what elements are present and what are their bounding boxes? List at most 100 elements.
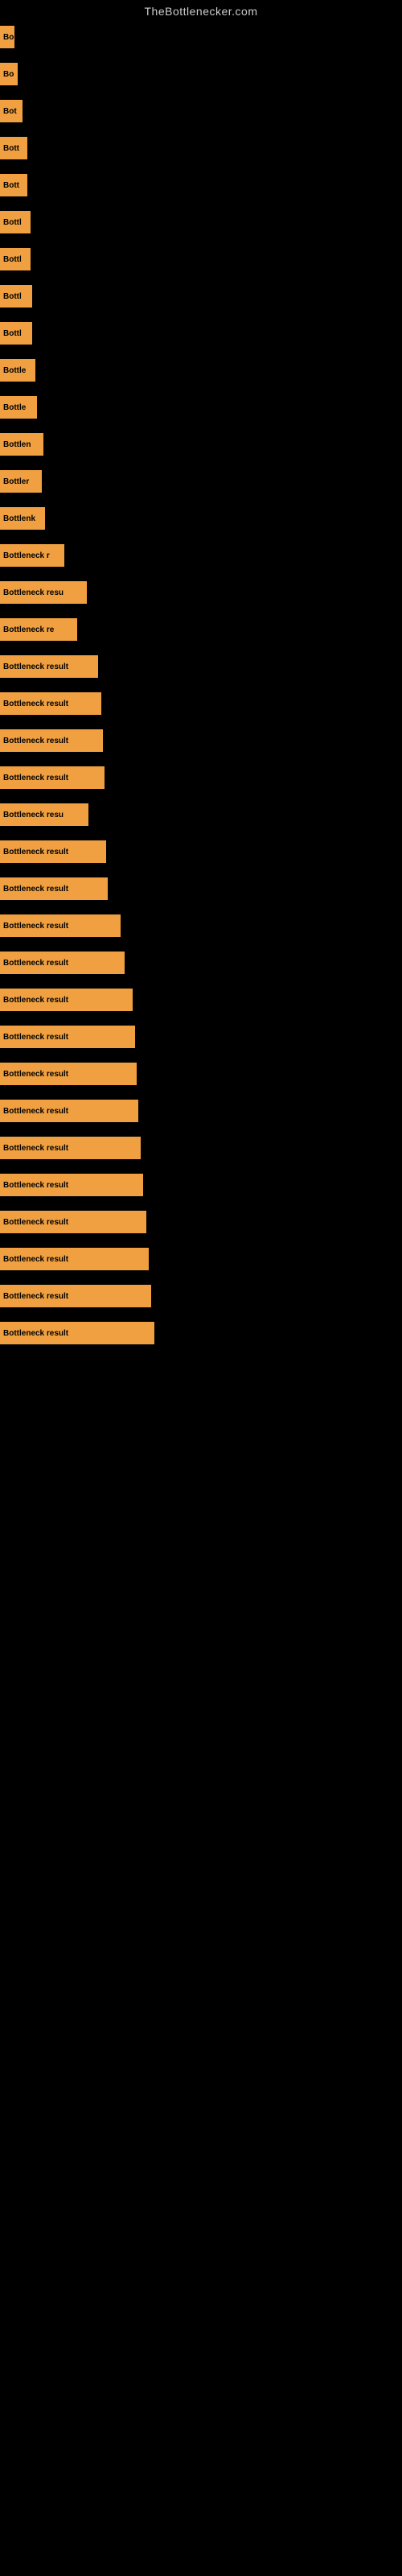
bar-17: Bottleneck re [0,618,77,641]
bar-label-34: Bottleneck result [3,1255,68,1264]
bar-row-1: Bo [0,26,402,48]
bar-row-28: Bottleneck result [0,1026,402,1048]
bar-label-21: Bottleneck result [3,774,68,782]
bar-8: Bottl [0,285,32,308]
site-title: TheBottlenecker.com [0,0,402,26]
bar-label-2: Bo [3,70,14,79]
bar-label-23: Bottleneck result [3,848,68,857]
bar-row-16: Bottleneck resu [0,581,402,604]
bar-label-1: Bo [3,33,14,42]
bar-row-30: Bottleneck result [0,1100,402,1122]
bar-22: Bottleneck resu [0,803,88,826]
bar-row-5: Bott [0,174,402,196]
bar-label-31: Bottleneck result [3,1144,68,1153]
bar-23: Bottleneck result [0,840,106,863]
bar-row-13: Bottler [0,470,402,493]
bar-row-4: Bott [0,137,402,159]
bar-25: Bottleneck result [0,914,121,937]
bar-24: Bottleneck result [0,877,108,900]
bar-label-35: Bottleneck result [3,1292,68,1301]
bar-label-18: Bottleneck result [3,663,68,671]
bar-label-26: Bottleneck result [3,959,68,968]
bar-row-35: Bottleneck result [0,1285,402,1307]
bar-label-6: Bottl [3,218,22,227]
bar-30: Bottleneck result [0,1100,138,1122]
bar-35: Bottleneck result [0,1285,151,1307]
bar-19: Bottleneck result [0,692,101,715]
bar-row-14: Bottlenk [0,507,402,530]
bar-32: Bottleneck result [0,1174,143,1196]
bar-row-21: Bottleneck result [0,766,402,789]
bar-label-7: Bottl [3,255,22,264]
bar-label-8: Bottl [3,292,22,301]
bar-34: Bottleneck result [0,1248,149,1270]
bar-label-25: Bottleneck result [3,922,68,931]
bar-row-33: Bottleneck result [0,1211,402,1233]
bar-row-10: Bottle [0,359,402,382]
bar-29: Bottleneck result [0,1063,137,1085]
bar-row-15: Bottleneck r [0,544,402,567]
bar-11: Bottle [0,396,37,419]
bar-label-33: Bottleneck result [3,1218,68,1227]
bar-16: Bottleneck resu [0,581,87,604]
bar-row-23: Bottleneck result [0,840,402,863]
bar-1: Bo [0,26,14,48]
bar-21: Bottleneck result [0,766,105,789]
bar-28: Bottleneck result [0,1026,135,1048]
bar-36: Bottleneck result [0,1322,154,1344]
bar-label-17: Bottleneck re [3,625,54,634]
bar-6: Bottl [0,211,31,233]
bar-label-10: Bottle [3,366,26,375]
bar-row-34: Bottleneck result [0,1248,402,1270]
bar-label-11: Bottle [3,403,26,412]
bar-row-20: Bottleneck result [0,729,402,752]
bar-7: Bottl [0,248,31,270]
bar-31: Bottleneck result [0,1137,141,1159]
bar-4: Bott [0,137,27,159]
bar-label-13: Bottler [3,477,29,486]
bar-label-12: Bottlen [3,440,31,449]
bar-row-7: Bottl [0,248,402,270]
bar-row-29: Bottleneck result [0,1063,402,1085]
bar-row-11: Bottle [0,396,402,419]
bar-row-12: Bottlen [0,433,402,456]
bar-row-19: Bottleneck result [0,692,402,715]
bar-label-36: Bottleneck result [3,1329,68,1338]
bar-26: Bottleneck result [0,952,125,974]
bar-label-28: Bottleneck result [3,1033,68,1042]
bar-label-4: Bott [3,144,19,153]
bar-row-9: Bottl [0,322,402,345]
bar-14: Bottlenk [0,507,45,530]
bar-label-29: Bottleneck result [3,1070,68,1079]
bar-label-14: Bottlenk [3,514,35,523]
bar-label-32: Bottleneck result [3,1181,68,1190]
bar-label-20: Bottleneck result [3,737,68,745]
bar-13: Bottler [0,470,42,493]
bar-27: Bottleneck result [0,989,133,1011]
bar-15: Bottleneck r [0,544,64,567]
bar-row-17: Bottleneck re [0,618,402,641]
bar-3: Bot [0,100,23,122]
bar-2: Bo [0,63,18,85]
bar-label-5: Bott [3,181,19,190]
bar-label-30: Bottleneck result [3,1107,68,1116]
bar-label-24: Bottleneck result [3,885,68,894]
bar-18: Bottleneck result [0,655,98,678]
bars-container: Bo Bo Bot Bott Bott Bottl Bottl Bottl Bottl Bottl… [0,26,402,1359]
bar-row-18: Bottleneck result [0,655,402,678]
bar-row-22: Bottleneck resu [0,803,402,826]
bar-label-15: Bottleneck r [3,551,50,560]
bar-5: Bott [0,174,27,196]
bar-label-9: Bottl [3,329,22,338]
bar-row-31: Bottleneck result [0,1137,402,1159]
bar-33: Bottleneck result [0,1211,146,1233]
bar-row-26: Bottleneck result [0,952,402,974]
bar-10: Bottle [0,359,35,382]
bar-row-25: Bottleneck result [0,914,402,937]
bar-label-22: Bottleneck resu [3,811,64,819]
bar-row-36: Bottleneck result [0,1322,402,1344]
bar-row-8: Bottl [0,285,402,308]
bar-label-3: Bot [3,107,17,116]
bar-12: Bottlen [0,433,43,456]
bar-row-2: Bo [0,63,402,85]
